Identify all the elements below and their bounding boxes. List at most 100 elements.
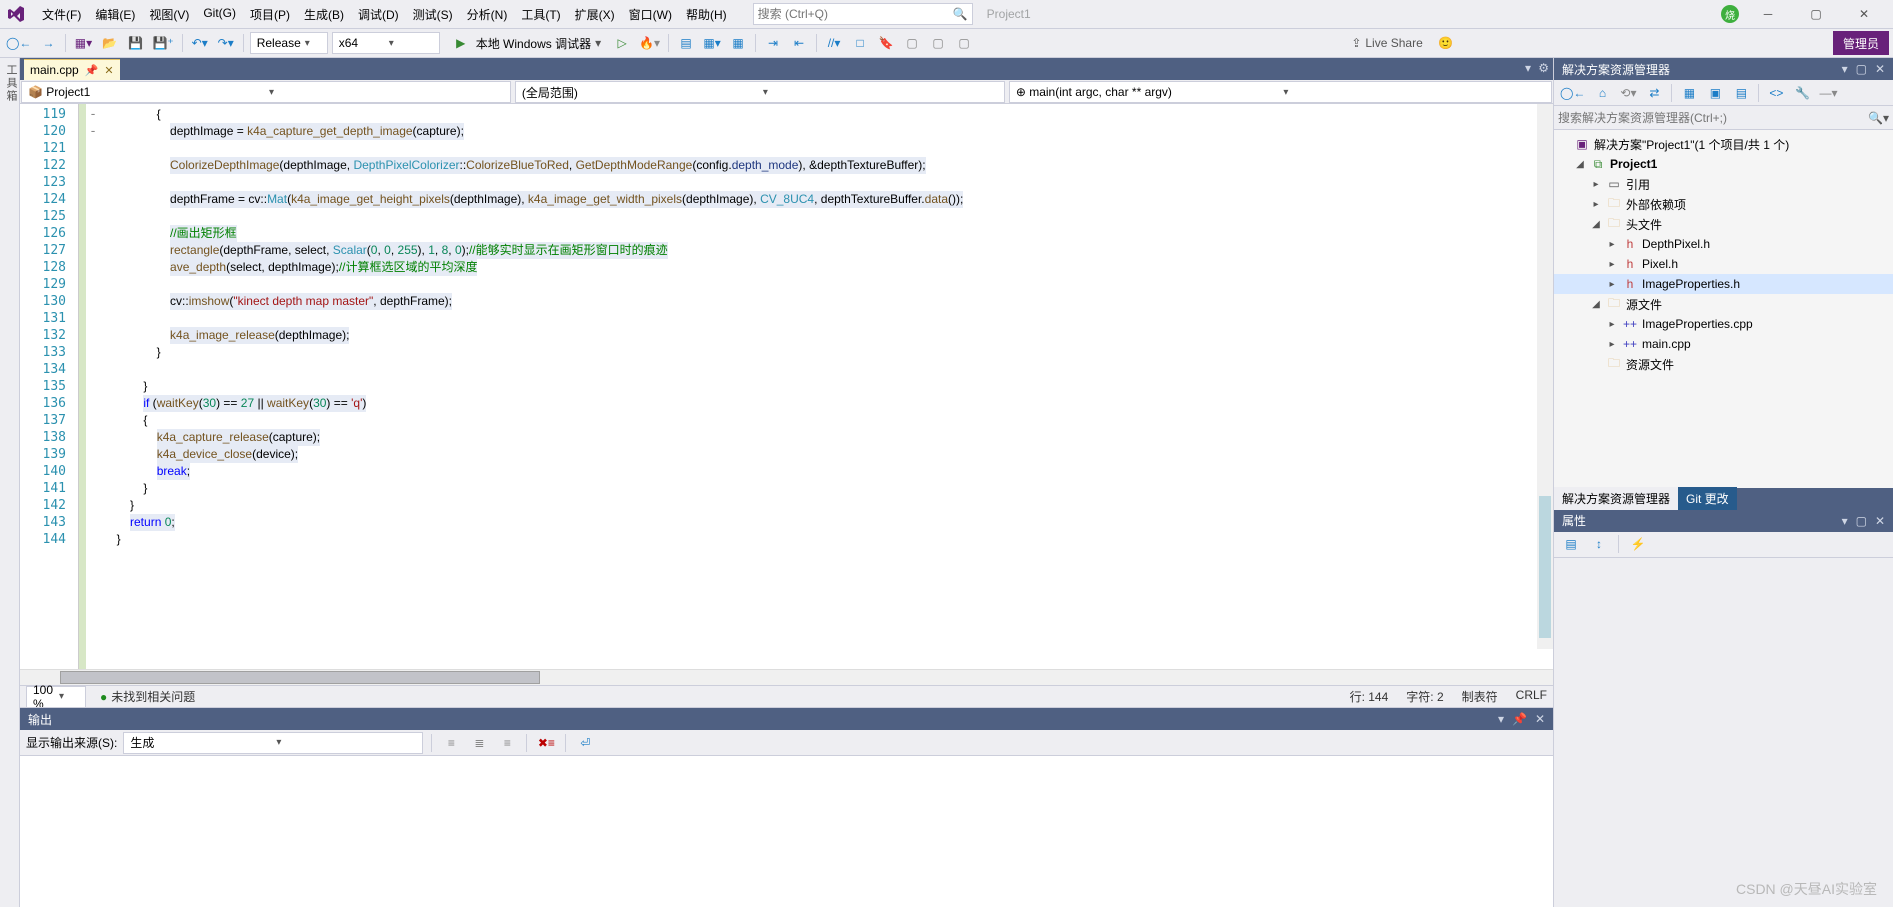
- se-close-icon[interactable]: ✕: [1875, 62, 1885, 76]
- bookmark-icon[interactable]: 🔖: [875, 32, 897, 54]
- start-debug-button[interactable]: ▶ 本地 Windows 调试器▾: [444, 32, 607, 54]
- tool-icon-2[interactable]: ▦▾: [701, 32, 723, 54]
- tool-icon-1[interactable]: ▤: [675, 32, 697, 54]
- tree-node[interactable]: ▣解决方案"Project1"(1 个项目/共 1 个): [1554, 134, 1893, 154]
- global-search-input[interactable]: [758, 7, 953, 21]
- se-refresh-icon[interactable]: ▤: [1730, 82, 1752, 104]
- start-without-debug-icon[interactable]: ▷: [611, 32, 633, 54]
- tree-node[interactable]: ▸hDepthPixel.h: [1554, 234, 1893, 254]
- panel-pin-icon[interactable]: 📌: [1512, 712, 1527, 726]
- panel-dropdown-icon[interactable]: ▾: [1498, 712, 1504, 726]
- se-tab-git[interactable]: Git 更改: [1678, 487, 1737, 510]
- close-icon[interactable]: ✕: [104, 64, 113, 77]
- code-area[interactable]: { depthImage = k4a_capture_get_depth_ima…: [100, 104, 1553, 669]
- se-code-icon[interactable]: <>: [1765, 82, 1787, 104]
- props-cat-icon[interactable]: ▤: [1560, 533, 1582, 555]
- wrench-icon[interactable]: 🔧: [1791, 82, 1813, 104]
- menu-item[interactable]: 编辑(E): [89, 2, 141, 27]
- tool-icon-6[interactable]: ▢: [953, 32, 975, 54]
- new-project-icon[interactable]: ▦▾: [72, 32, 94, 54]
- feedback-icon[interactable]: 🙂: [1435, 32, 1457, 54]
- menu-item[interactable]: 项目(P): [244, 2, 296, 27]
- close-icon[interactable]: ✕: [1845, 1, 1883, 27]
- tool-icon-4[interactable]: ▢: [901, 32, 923, 54]
- tree-node[interactable]: ▸▭引用: [1554, 174, 1893, 194]
- tabs-dropdown-icon[interactable]: ▾: [1525, 61, 1531, 75]
- menu-item[interactable]: 窗口(W): [623, 2, 678, 27]
- tree-node[interactable]: ▸🗀外部依赖项: [1554, 194, 1893, 214]
- se-back-icon[interactable]: ◯←: [1558, 82, 1587, 104]
- tree-node[interactable]: ▸++ImageProperties.cpp: [1554, 314, 1893, 334]
- props-dropdown-icon[interactable]: ▾: [1842, 514, 1848, 528]
- tree-node[interactable]: 🗀资源文件: [1554, 354, 1893, 374]
- output-tool-3-icon[interactable]: ≡: [496, 732, 518, 754]
- toolbox-rail[interactable]: 工具箱: [0, 58, 20, 907]
- se-maximize-icon[interactable]: ▢: [1856, 62, 1867, 76]
- tree-node[interactable]: ◢🗀头文件: [1554, 214, 1893, 234]
- maximize-icon[interactable]: ▢: [1797, 1, 1835, 27]
- props-maximize-icon[interactable]: ▢: [1856, 514, 1867, 528]
- menu-item[interactable]: 帮助(H): [680, 2, 733, 27]
- tree-node[interactable]: ◢⧉Project1: [1554, 154, 1893, 174]
- menu-item[interactable]: 生成(B): [298, 2, 350, 27]
- scope-project-combo[interactable]: 📦 Project1▾: [21, 81, 511, 103]
- tool-icon-5[interactable]: ▢: [927, 32, 949, 54]
- redo-icon[interactable]: ↷▾: [215, 32, 237, 54]
- se-showall-icon[interactable]: ▦: [1678, 82, 1700, 104]
- solution-explorer-search[interactable]: 🔍▾: [1554, 106, 1893, 130]
- menu-item[interactable]: 调试(D): [352, 2, 405, 27]
- issues-indicator[interactable]: ●未找到相关问题: [100, 688, 195, 705]
- solution-config-combo[interactable]: Release▾: [250, 32, 328, 54]
- minimize-icon[interactable]: ─: [1749, 1, 1787, 27]
- tabs-settings-icon[interactable]: ⚙: [1538, 61, 1549, 75]
- comment-icon[interactable]: //▾: [823, 32, 845, 54]
- uncomment-icon[interactable]: □: [849, 32, 871, 54]
- scope-global-combo[interactable]: (全局范围)▾: [515, 81, 1005, 103]
- tab-main-cpp[interactable]: main.cpp 📌 ✕: [24, 59, 120, 80]
- indent-icon[interactable]: ⇥: [762, 32, 784, 54]
- tree-node[interactable]: ◢🗀源文件: [1554, 294, 1893, 314]
- tree-node[interactable]: ▸hImageProperties.h: [1554, 274, 1893, 294]
- hot-reload-icon[interactable]: 🔥▾: [637, 32, 662, 54]
- tool-icon-3[interactable]: ▦: [727, 32, 749, 54]
- menu-item[interactable]: Git(G): [197, 2, 242, 27]
- se-switch-icon[interactable]: ⇄: [1643, 82, 1665, 104]
- save-all-icon[interactable]: 💾⁺: [150, 32, 175, 54]
- nav-back-icon[interactable]: ◯←: [4, 32, 33, 54]
- scope-function-combo[interactable]: ⊕ main(int argc, char ** argv)▾: [1009, 81, 1552, 103]
- menu-item[interactable]: 测试(S): [407, 2, 459, 27]
- panel-close-icon[interactable]: ✕: [1535, 712, 1545, 726]
- wrap-output-icon[interactable]: ⏎: [574, 732, 596, 754]
- menu-item[interactable]: 工具(T): [515, 2, 566, 27]
- menu-item[interactable]: 扩展(X): [569, 2, 621, 27]
- output-source-combo[interactable]: 生成▾: [123, 732, 423, 754]
- zoom-combo[interactable]: 100 %▾: [26, 686, 86, 708]
- undo-icon[interactable]: ↶▾: [189, 32, 211, 54]
- horizontal-scrollbar[interactable]: [20, 669, 1553, 685]
- se-sync-icon[interactable]: ⟲▾: [1617, 82, 1639, 104]
- pin-icon[interactable]: 📌: [85, 64, 99, 77]
- se-search-input[interactable]: [1558, 111, 1868, 125]
- vertical-scrollbar[interactable]: [1537, 104, 1553, 649]
- tree-node[interactable]: ▸hPixel.h: [1554, 254, 1893, 274]
- output-tool-1-icon[interactable]: ≡: [440, 732, 462, 754]
- se-tab-explorer[interactable]: 解决方案资源管理器: [1554, 487, 1678, 510]
- user-avatar[interactable]: 烧: [1721, 5, 1739, 23]
- se-more-icon[interactable]: —▾: [1817, 82, 1839, 104]
- nav-fwd-icon[interactable]: →: [37, 32, 59, 54]
- menu-item[interactable]: 文件(F): [36, 2, 87, 27]
- props-events-icon[interactable]: ⚡: [1627, 533, 1649, 555]
- open-icon[interactable]: 📂: [98, 32, 120, 54]
- code-editor[interactable]: 119 120 121 122 123 124 125 126 127 128 …: [20, 104, 1553, 669]
- output-body[interactable]: [20, 756, 1553, 907]
- outdent-icon[interactable]: ⇤: [788, 32, 810, 54]
- tree-node[interactable]: ▸++main.cpp: [1554, 334, 1893, 354]
- fold-column[interactable]: - -: [86, 104, 100, 669]
- se-dropdown-icon[interactable]: ▾: [1842, 62, 1848, 76]
- save-icon[interactable]: 💾: [124, 32, 146, 54]
- menu-item[interactable]: 分析(N): [461, 2, 514, 27]
- solution-tree[interactable]: ▣解决方案"Project1"(1 个项目/共 1 个)◢⧉Project1▸▭…: [1554, 130, 1893, 488]
- output-tool-2-icon[interactable]: ≣: [468, 732, 490, 754]
- se-home-icon[interactable]: ⌂: [1591, 82, 1613, 104]
- se-collapse-icon[interactable]: ▣: [1704, 82, 1726, 104]
